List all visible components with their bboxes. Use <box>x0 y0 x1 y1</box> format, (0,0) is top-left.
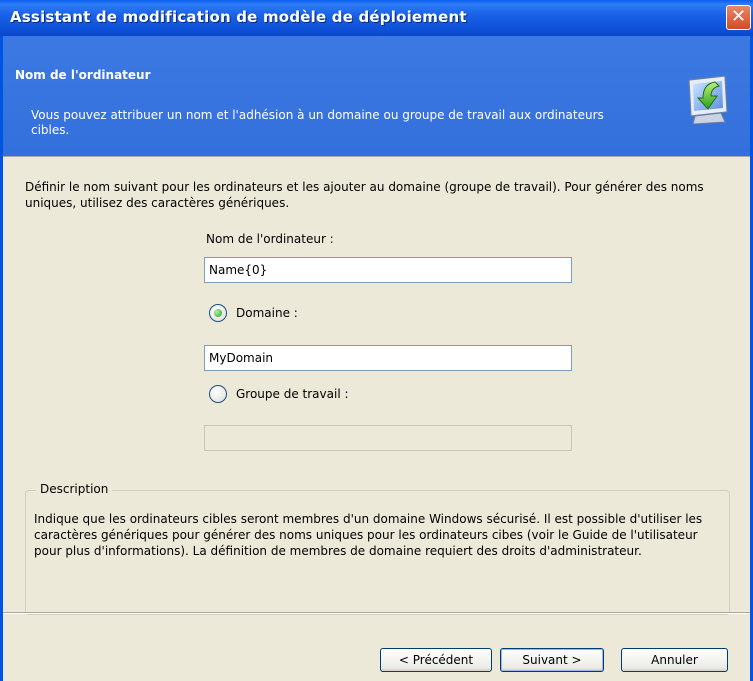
window-title: Assistant de modification de modèle de d… <box>10 8 467 26</box>
workgroup-radio[interactable] <box>209 385 227 403</box>
close-button[interactable]: ✕ <box>726 5 751 30</box>
domain-label[interactable]: Domaine : <box>236 306 298 320</box>
workgroup-input[interactable] <box>204 425 572 451</box>
previous-button[interactable]: < Précédent <box>380 648 492 672</box>
description-title: Description <box>36 482 113 496</box>
computer-name-input[interactable] <box>204 257 572 283</box>
wizard-header: Nom de l'ordinateur Vous pouvez attribue… <box>3 36 750 156</box>
wizard-window: Assistant de modification de modèle de d… <box>0 0 753 681</box>
workgroup-label[interactable]: Groupe de travail : <box>236 387 349 401</box>
computer-arrow-icon <box>688 75 728 125</box>
computer-name-label: Nom de l'ordinateur : <box>206 232 334 246</box>
page-title: Nom de l'ordinateur <box>15 68 151 82</box>
radio-selected-dot <box>214 309 222 317</box>
domain-input[interactable] <box>204 345 572 371</box>
page-description: Vous pouvez attribuer un nom et l'adhési… <box>31 108 604 137</box>
intro-text: Définir le nom suivant pour les ordinate… <box>25 180 704 210</box>
cancel-button[interactable]: Annuler <box>621 648 728 672</box>
description-text: Indique que les ordinateurs cibles seron… <box>34 512 703 558</box>
footer-divider <box>3 612 750 614</box>
wizard-content: Définir le nom suivant pour les ordinate… <box>3 157 750 615</box>
next-button[interactable]: Suivant > <box>500 648 604 672</box>
domain-radio[interactable] <box>209 304 227 322</box>
description-groupbox: Description Indique que les ordinateurs … <box>25 482 730 615</box>
title-bar[interactable]: Assistant de modification de modèle de d… <box>0 0 753 36</box>
close-icon: ✕ <box>730 6 747 27</box>
